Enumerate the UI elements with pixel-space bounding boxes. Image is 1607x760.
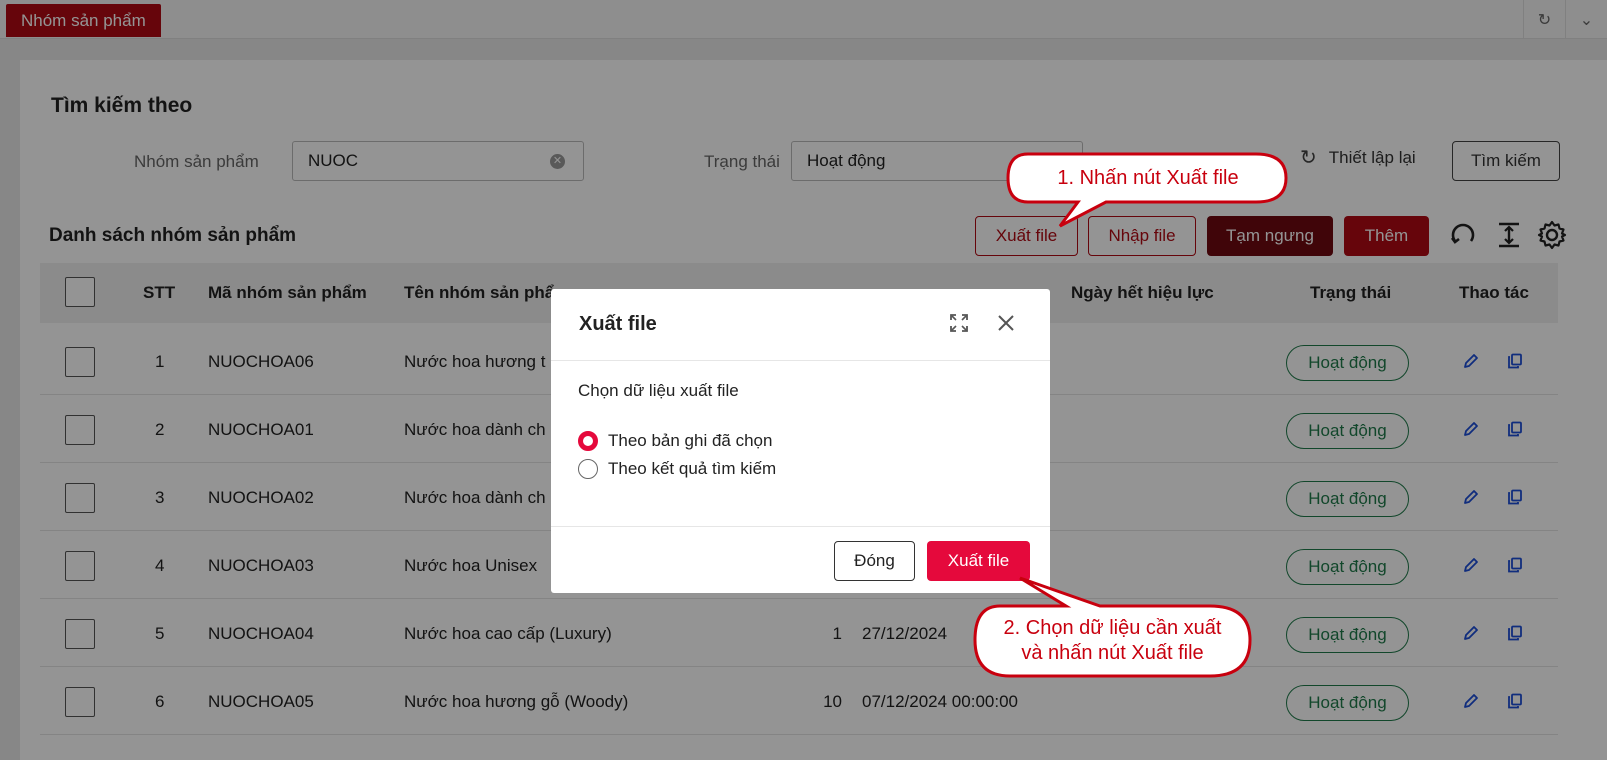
radio-selected-records-circle[interactable]: [578, 431, 598, 451]
radio-search-results-circle[interactable]: [578, 459, 598, 479]
callout-step2-line2: và nhấn nút Xuất file: [1021, 642, 1204, 664]
modal-header-divider: [551, 360, 1050, 361]
radio-search-results[interactable]: Theo kết quả tìm kiếm: [578, 459, 776, 479]
callout-step1-text: 1. Nhấn nút Xuất file: [1057, 167, 1239, 189]
radio-selected-records[interactable]: Theo bản ghi đã chọn: [578, 431, 772, 451]
modal-footer-divider: [551, 526, 1050, 527]
close-icon[interactable]: [994, 311, 1018, 335]
export-confirm-button[interactable]: Xuất file: [927, 541, 1030, 581]
radio-search-results-label: Theo kết quả tìm kiếm: [608, 459, 777, 478]
close-button[interactable]: Đóng: [834, 541, 915, 581]
export-modal: Xuất file Chọn dữ liệu xuất file Theo bả…: [551, 289, 1050, 593]
callout-step2-line1: 2. Chọn dữ liệu cần xuất: [1003, 617, 1222, 639]
radio-selected-records-label: Theo bản ghi đã chọn: [608, 431, 773, 450]
modal-title: Xuất file: [579, 313, 657, 335]
modal-field-label: Chọn dữ liệu xuất file: [578, 381, 739, 400]
expand-icon[interactable]: [947, 311, 971, 335]
